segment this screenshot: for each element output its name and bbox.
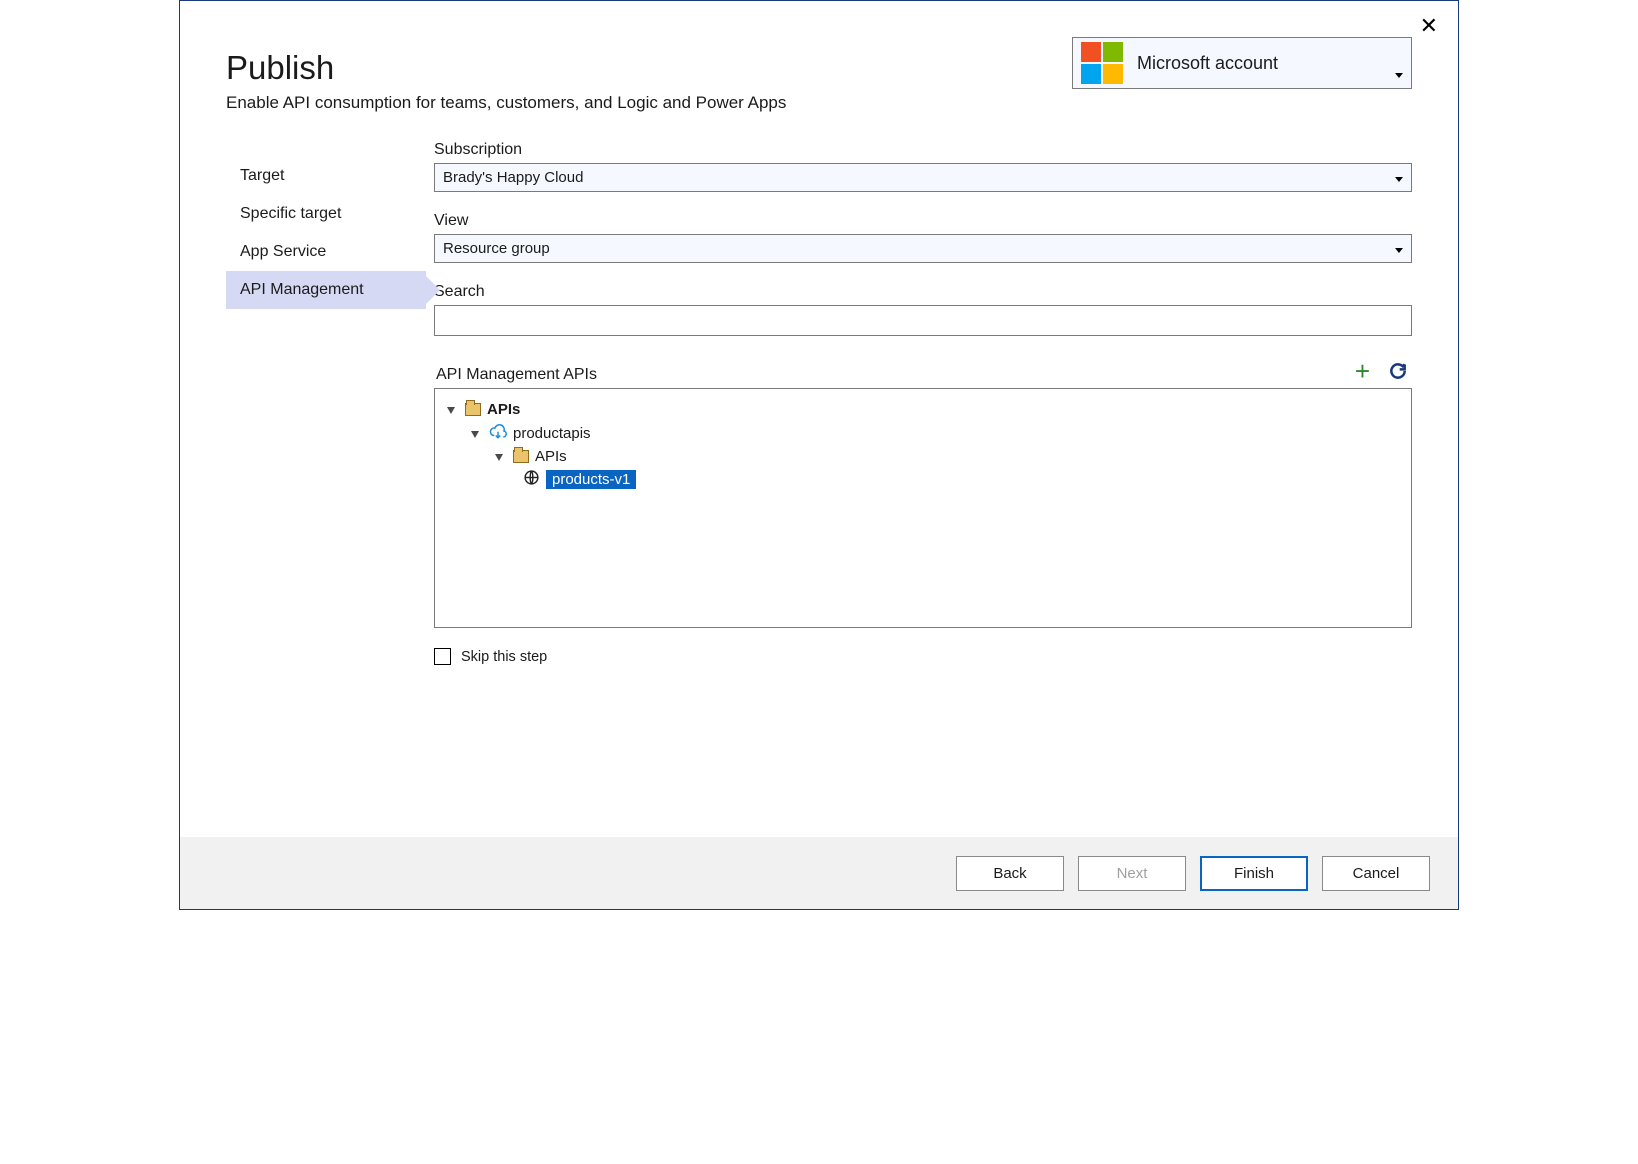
sidebar-item-label: Specific target <box>240 205 341 222</box>
sidebar-item-target[interactable]: Target <box>226 157 426 195</box>
cancel-button[interactable]: Cancel <box>1322 856 1430 891</box>
sidebar-item-label: App Service <box>240 243 326 260</box>
back-button[interactable]: Back <box>956 856 1064 891</box>
subscription-value: Brady's Happy Cloud <box>443 169 583 186</box>
chevron-down-icon <box>1395 241 1403 257</box>
finish-button[interactable]: Finish <box>1200 856 1308 891</box>
tree-node-api[interactable]: products-v1 <box>447 467 1399 492</box>
close-icon[interactable]: ✕ <box>1420 15 1438 37</box>
subscription-label: Subscription <box>434 141 1412 159</box>
page-subtitle: Enable API consumption for teams, custom… <box>226 93 786 113</box>
tree-node-label: productapis <box>513 425 591 442</box>
wizard-sidebar: Target Specific target App Service API M… <box>226 139 426 827</box>
content-row: Target Specific target App Service API M… <box>226 139 1412 827</box>
view-select[interactable]: Resource group <box>434 234 1412 263</box>
chevron-down-icon <box>1395 66 1403 82</box>
sidebar-item-api-management[interactable]: API Management <box>226 271 426 309</box>
folder-icon <box>513 450 529 463</box>
apis-section-label: API Management APIs <box>434 366 597 384</box>
subscription-select[interactable]: Brady's Happy Cloud <box>434 163 1412 192</box>
globe-icon <box>523 469 540 490</box>
view-label: View <box>434 212 1412 230</box>
chevron-down-icon <box>1395 170 1403 186</box>
cloud-icon <box>489 422 507 444</box>
add-api-button[interactable]: + <box>1355 358 1370 384</box>
tree-node-service[interactable]: productapis <box>447 420 1399 446</box>
form-area: Subscription Brady's Happy Cloud View Re… <box>434 139 1412 827</box>
title-block: Publish Enable API consumption for teams… <box>226 37 786 113</box>
dialog-footer: Back Next Finish Cancel <box>180 837 1458 909</box>
tree-node-label: products-v1 <box>546 470 636 489</box>
expand-icon[interactable] <box>495 454 503 461</box>
account-label: Microsoft account <box>1137 53 1278 74</box>
tree-node-label: APIs <box>487 401 520 418</box>
header-row: Publish Enable API consumption for teams… <box>226 37 1412 113</box>
apis-header: API Management APIs + <box>434 358 1412 384</box>
expand-icon[interactable] <box>471 431 479 438</box>
tree-node-root[interactable]: APIs <box>447 399 1399 420</box>
api-tree[interactable]: APIs productapis <box>434 388 1412 628</box>
search-input[interactable] <box>434 305 1412 336</box>
skip-label: Skip this step <box>461 649 547 665</box>
search-label: Search <box>434 283 1412 301</box>
sidebar-item-specific-target[interactable]: Specific target <box>226 195 426 233</box>
view-value: Resource group <box>443 240 550 257</box>
sidebar-item-label: API Management <box>240 281 364 298</box>
account-selector[interactable]: Microsoft account <box>1072 37 1412 89</box>
sidebar-item-label: Target <box>240 167 284 184</box>
dialog-body: Publish Enable API consumption for teams… <box>180 1 1458 837</box>
refresh-icon <box>1388 361 1408 381</box>
folder-icon <box>465 403 481 416</box>
next-button: Next <box>1078 856 1186 891</box>
tree-node-subfolder[interactable]: APIs <box>447 446 1399 467</box>
publish-dialog: ✕ Publish Enable API consumption for tea… <box>179 0 1459 910</box>
refresh-button[interactable] <box>1388 361 1408 381</box>
expand-icon[interactable] <box>447 407 455 414</box>
microsoft-logo-icon <box>1081 42 1123 84</box>
skip-checkbox[interactable] <box>434 648 451 665</box>
page-title: Publish <box>226 49 786 87</box>
tree-node-label: APIs <box>535 448 567 465</box>
skip-row: Skip this step <box>434 648 1412 665</box>
sidebar-item-app-service[interactable]: App Service <box>226 233 426 271</box>
